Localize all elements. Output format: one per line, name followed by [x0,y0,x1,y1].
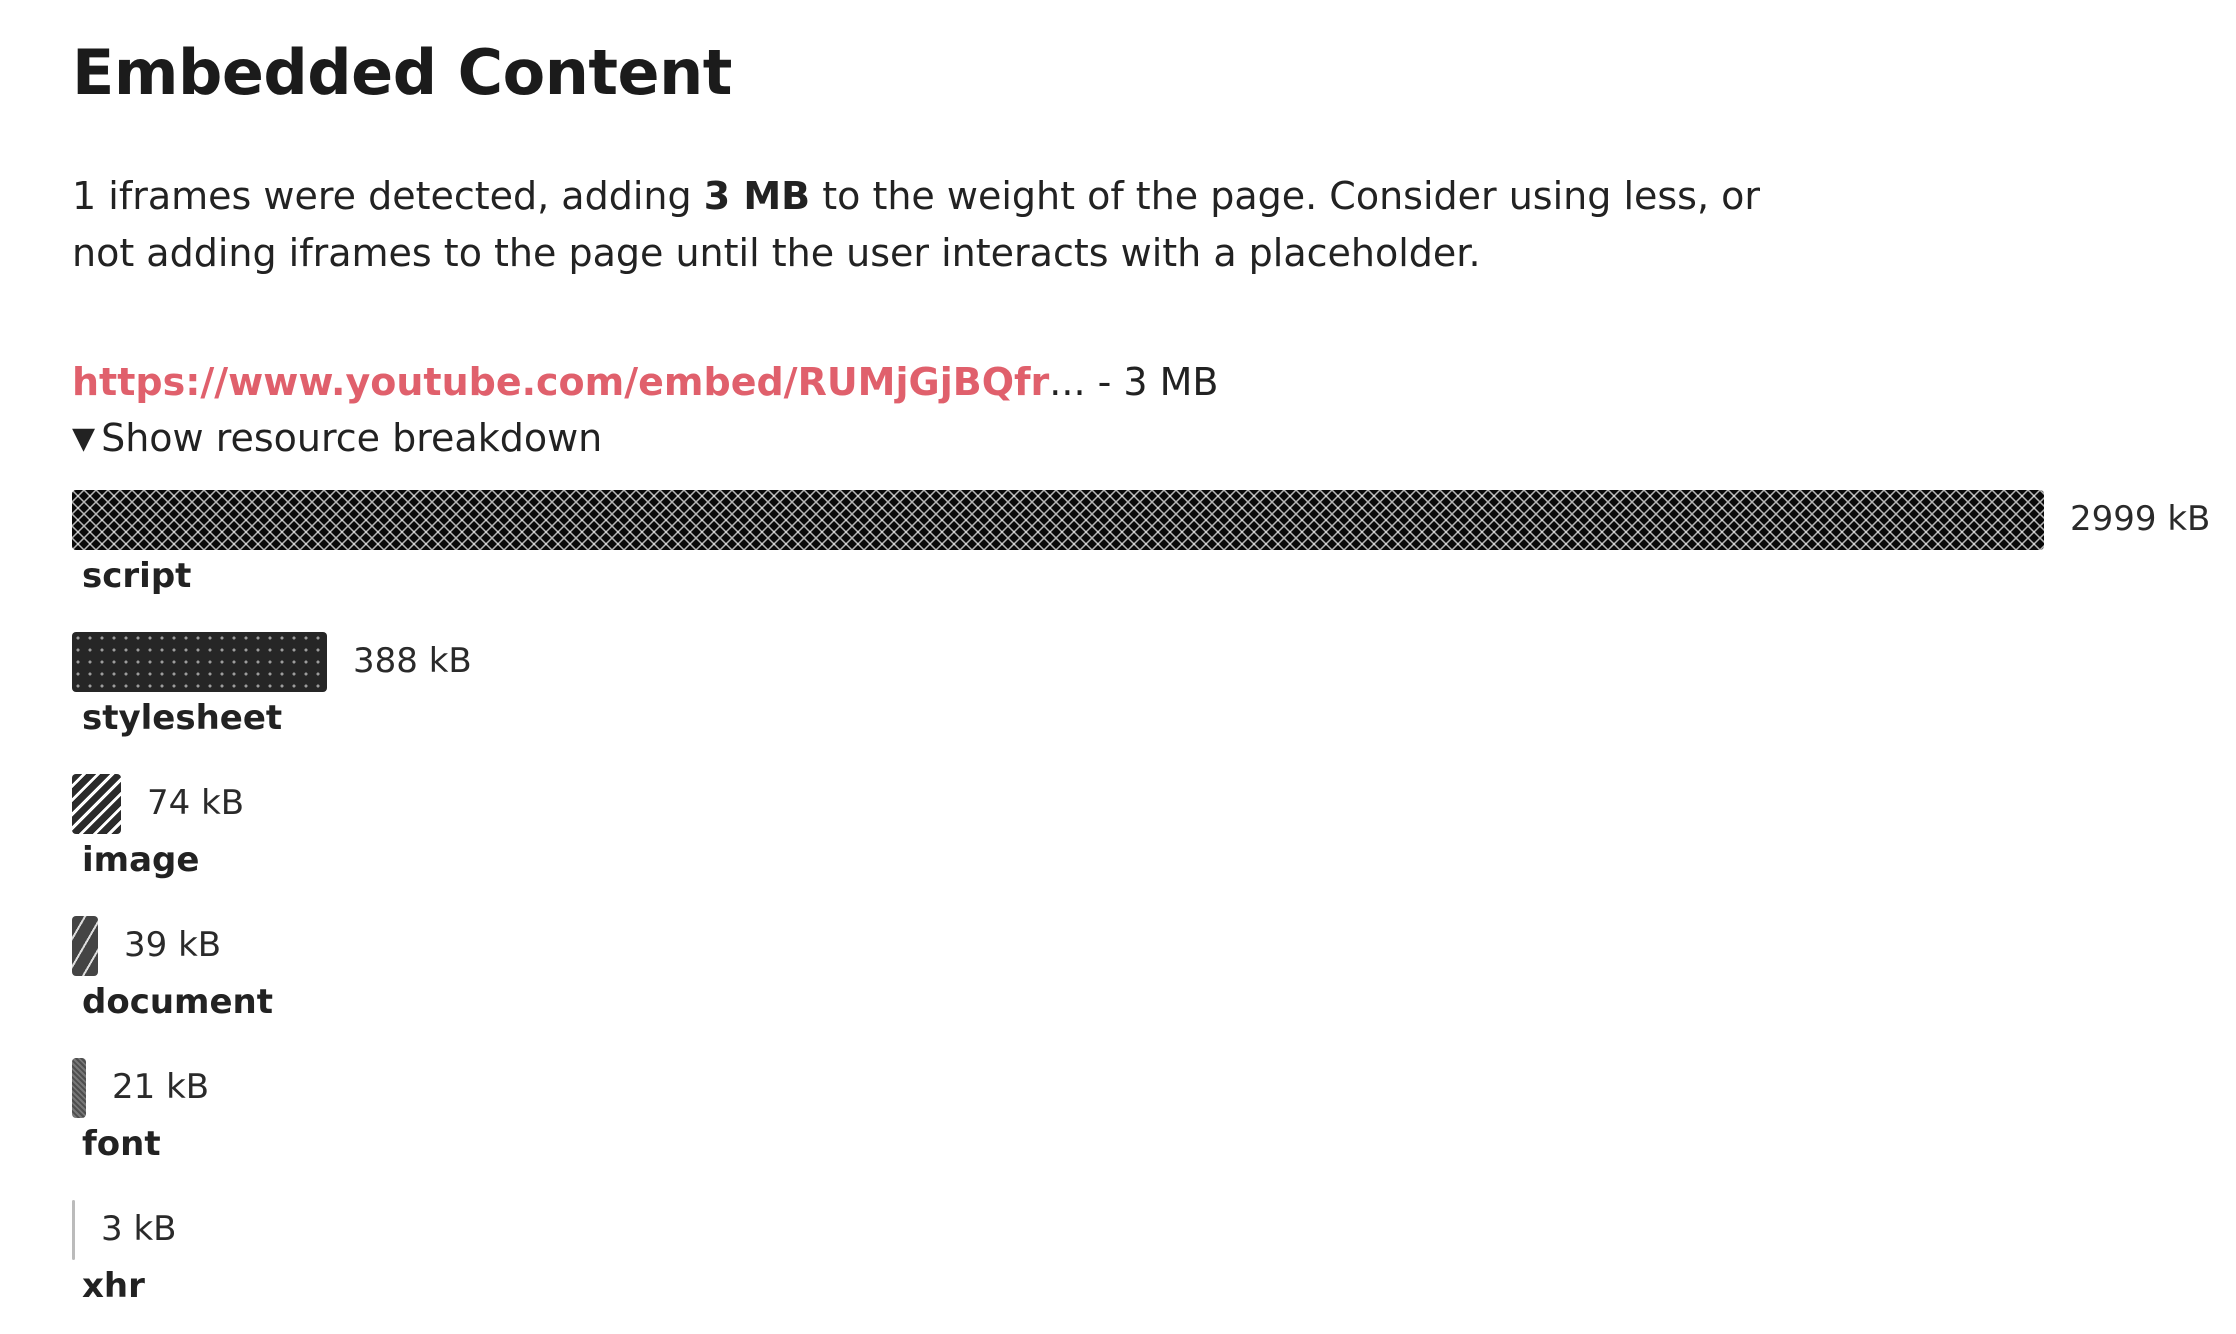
bar-document [72,916,98,976]
bar-value-script: 2999 kB [2070,499,2211,539]
bar-stylesheet [72,632,327,692]
bar-label-script: script [82,556,192,596]
bar-label-document: document [82,982,274,1022]
bar-image [72,774,121,834]
bar-xhr [72,1200,75,1260]
bar-value-font: 21 kB [112,1067,210,1107]
bar-script [72,490,2044,550]
bar-value-stylesheet: 388 kB [353,641,472,681]
bar-value-image: 74 kB [147,783,245,823]
bar-font [72,1058,86,1118]
bar-label-image: image [82,840,200,880]
bar-label-font: font [82,1124,161,1164]
bar-value-xhr: 3 kB [101,1209,177,1249]
resource-breakdown-chart: 2999 kB script 388 kB stylesheet 74 kB image 3… [72,0,2210,1334]
bar-value-document: 39 kB [124,925,222,965]
bar-label-stylesheet: stylesheet [82,698,283,738]
bar-label-xhr: xhr [82,1266,145,1306]
